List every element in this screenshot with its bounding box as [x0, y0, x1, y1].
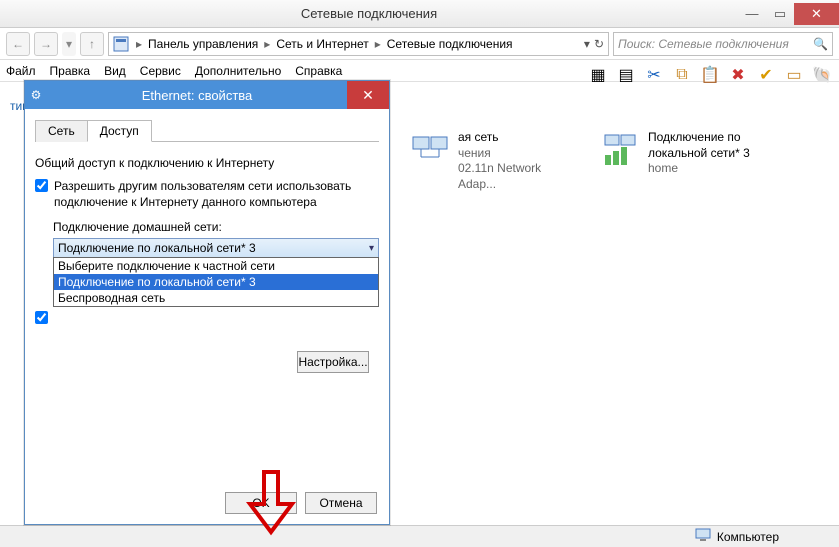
- net-line3: 02.11n Network Adap...: [458, 161, 580, 192]
- chevron-icon: ▸: [133, 37, 145, 51]
- dialog-titlebar: ⚙ Ethernet: свойства ✕: [25, 81, 389, 109]
- menu-file[interactable]: Файл: [6, 64, 36, 78]
- network-item-text: ая сеть чения 02.11n Network Adap...: [458, 130, 580, 515]
- refresh-icon[interactable]: ↻: [594, 37, 604, 51]
- back-button[interactable]: ←: [6, 32, 30, 56]
- properties-dialog: ⚙ Ethernet: свойства ✕ Сеть Доступ Общий…: [24, 80, 390, 525]
- search-placeholder: Поиск: Сетевые подключения: [618, 37, 789, 51]
- network-item[interactable]: ая сеть чения 02.11n Network Adap...: [410, 130, 580, 515]
- control-panel-icon: [113, 36, 129, 52]
- menu-help[interactable]: Справка: [295, 64, 342, 78]
- combo-option[interactable]: Беспроводная сеть: [54, 290, 378, 306]
- layout-icon[interactable]: ▦: [587, 64, 609, 86]
- arrow-annotation-icon: [246, 470, 296, 540]
- close-button[interactable]: ✕: [794, 3, 839, 25]
- paste-icon[interactable]: 📋: [699, 64, 721, 86]
- allow-sharing-checkbox[interactable]: [35, 179, 48, 192]
- window-controls: — ▭ ✕: [738, 3, 839, 25]
- minimize-button[interactable]: —: [738, 3, 766, 25]
- breadcrumb-item[interactable]: Сеть и Интернет: [273, 37, 371, 51]
- delete-icon[interactable]: ✖: [727, 64, 749, 86]
- up-button[interactable]: ↑: [80, 32, 104, 56]
- shell-icon[interactable]: 🐚: [811, 64, 833, 86]
- cut-icon[interactable]: ✂: [643, 64, 665, 86]
- window-title: Сетевые подключения: [0, 6, 738, 21]
- dialog-title: Ethernet: свойства: [47, 88, 347, 103]
- breadcrumb-item[interactable]: Панель управления: [145, 37, 261, 51]
- menu-service[interactable]: Сервис: [140, 64, 181, 78]
- combo-option[interactable]: Выберите подключение к частной сети: [54, 258, 378, 274]
- dialog-close-button[interactable]: ✕: [347, 81, 389, 109]
- dialog-icon: ⚙: [25, 88, 47, 102]
- home-network-combo[interactable]: Подключение по локальной сети* 3 ▾ Выбер…: [53, 238, 379, 258]
- settings-button[interactable]: Настройка...: [297, 351, 369, 373]
- toolbar: ▦ ▤ ✂ ⧉ 📋 ✖ ✔ ▭ 🐚: [587, 60, 833, 90]
- address-bar: ← → ▾ ↑ ▸ Панель управления ▸ Сеть и Инт…: [0, 28, 839, 60]
- group-title: Общий доступ к подключению к Интернету: [35, 156, 379, 170]
- home-network-label: Подключение домашней сети:: [53, 220, 379, 234]
- breadcrumb-bar[interactable]: ▸ Панель управления ▸ Сеть и Интернет ▸ …: [108, 32, 609, 56]
- combo-option-selected[interactable]: Подключение по локальной сети* 3: [54, 274, 378, 290]
- tab-network[interactable]: Сеть: [35, 120, 88, 142]
- computer-icon: [695, 528, 711, 545]
- search-icon: 🔍: [813, 37, 828, 51]
- dialog-body: Сеть Доступ Общий доступ к подключению к…: [25, 109, 389, 524]
- history-chevron-icon[interactable]: ▾: [62, 32, 76, 56]
- net-line1: Подключение по локальной сети* 3: [648, 130, 790, 161]
- breadcrumb-item[interactable]: Сетевые подключения: [384, 37, 516, 51]
- net-line1: ая сеть: [458, 130, 580, 146]
- chevron-down-icon: ▾: [369, 243, 374, 254]
- status-bar: Компьютер: [0, 525, 839, 547]
- net-line2: чения: [458, 146, 580, 162]
- menu-extra[interactable]: Дополнительно: [195, 64, 281, 78]
- net-line2: home: [648, 161, 790, 177]
- network-wifi-icon: [410, 130, 450, 170]
- main-titlebar: Сетевые подключения — ▭ ✕: [0, 0, 839, 28]
- menu-view[interactable]: Вид: [104, 64, 126, 78]
- chevron-icon: ▸: [261, 37, 273, 51]
- chevron-icon: ▸: [372, 37, 384, 51]
- cancel-button[interactable]: Отмена: [305, 492, 377, 514]
- copy-icon[interactable]: ⧉: [671, 64, 693, 86]
- search-input[interactable]: Поиск: Сетевые подключения 🔍: [613, 32, 833, 56]
- status-label: Компьютер: [717, 530, 779, 544]
- sharing-section: Общий доступ к подключению к Интернету Р…: [35, 156, 379, 324]
- network-item[interactable]: Подключение по локальной сети* 3 home: [600, 130, 790, 515]
- forward-button[interactable]: →: [34, 32, 58, 56]
- maximize-button[interactable]: ▭: [766, 3, 794, 25]
- check-icon[interactable]: ✔: [755, 64, 777, 86]
- combo-value: Подключение по локальной сети* 3: [58, 241, 256, 255]
- dialog-tabs: Сеть Доступ: [35, 119, 379, 142]
- network-lan-icon: [600, 130, 640, 170]
- tab-sharing[interactable]: Доступ: [87, 120, 152, 142]
- combo-dropdown: Выберите подключение к частной сети Подк…: [53, 257, 379, 307]
- allow-sharing-label: Разрешить другим пользователям сети испо…: [54, 178, 379, 210]
- dropdown-chevron-icon[interactable]: ▾: [584, 37, 590, 51]
- menu-edit[interactable]: Правка: [50, 64, 91, 78]
- network-item-text: Подключение по локальной сети* 3 home: [648, 130, 790, 515]
- secondary-checkbox[interactable]: [35, 311, 48, 324]
- preview-icon[interactable]: ▤: [615, 64, 637, 86]
- properties-icon[interactable]: ▭: [783, 64, 805, 86]
